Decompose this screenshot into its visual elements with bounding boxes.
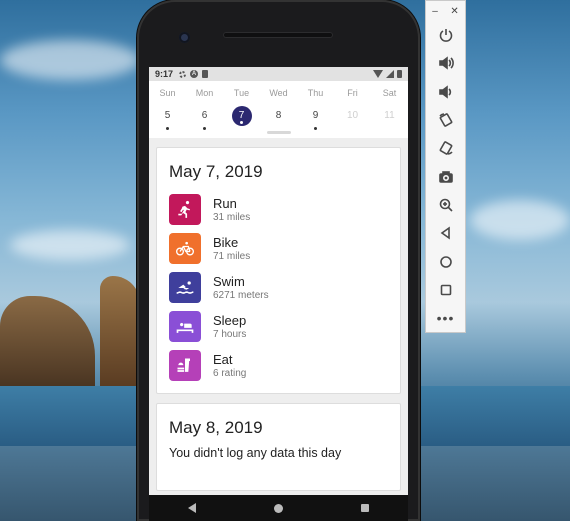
more-icon[interactable]: ••• (426, 304, 465, 332)
wifi-icon (373, 70, 383, 78)
day-card: May 8, 2019 You didn't log any data this… (156, 403, 401, 491)
day-mon[interactable]: Mon 6 (186, 87, 223, 130)
a-notification-icon: A (190, 70, 199, 78)
day-fri[interactable]: Fri 10 (334, 87, 371, 130)
day-number: 6 (195, 106, 215, 126)
data-logged-dot (166, 127, 169, 130)
signal-icon (386, 70, 394, 78)
activity-label: Sleep (213, 312, 247, 328)
close-icon[interactable]: ✕ (450, 6, 458, 17)
day-number: 8 (269, 106, 289, 126)
settings-notification-icon (179, 70, 187, 78)
activity-label: Eat (213, 351, 233, 367)
data-logged-dot (314, 127, 317, 130)
bed-icon (169, 311, 201, 342)
front-camera (179, 32, 190, 43)
cloud (0, 40, 140, 80)
day-card: May 7, 2019 Run 31 miles Bike 71 miles Swim 6… (156, 147, 401, 394)
zoom-icon[interactable] (426, 191, 465, 219)
day-number-text: 5 (164, 110, 171, 121)
food-icon (169, 350, 201, 381)
activity-label: Bike (213, 234, 239, 250)
day-number: 11 (380, 106, 400, 126)
status-time: 9:17 (155, 69, 174, 79)
nav-home-icon[interactable] (274, 503, 283, 513)
day-wed[interactable]: Wed 8 (260, 87, 297, 130)
day-sun[interactable]: Sun 5 (149, 87, 186, 130)
back-icon[interactable] (426, 219, 465, 247)
rock (100, 276, 140, 386)
earpiece-speaker (223, 32, 333, 38)
day-name: Mon (195, 88, 214, 98)
activity-text: Swim 6271 meters (213, 274, 269, 302)
volume-up-icon[interactable] (426, 49, 465, 77)
day-name: Sun (159, 88, 176, 98)
drag-handle[interactable] (267, 131, 291, 134)
rock (0, 296, 95, 386)
data-logged-dot (203, 127, 206, 130)
activity-detail: 31 miles (213, 211, 251, 223)
day-thu[interactable]: Thu 9 (297, 87, 334, 130)
week-selector: Sun 5 Mon 6 Tue 7 Wed 8 Thu 9 Fri 10 Sat 11 (149, 81, 408, 138)
nav-back-icon[interactable] (188, 503, 196, 513)
card-date: May 8, 2019 (169, 418, 263, 437)
day-tue[interactable]: Tue 7 (223, 87, 260, 130)
activity-text: Eat 6 rating (213, 352, 246, 380)
day-name: Thu (307, 88, 324, 98)
day-name: Tue (233, 88, 250, 98)
day-sat[interactable]: Sat 11 (371, 87, 408, 130)
cloud (10, 230, 130, 260)
phone-frame: 9:17 A Sun 5 Mon 6 Tue 7 Wed 8 Thu 9 Fri 10 Sat 11 Ma… (137, 0, 420, 521)
phone-screen: 9:17 A Sun 5 Mon 6 Tue 7 Wed 8 Thu 9 Fri 10 Sat 11 Ma… (149, 67, 408, 521)
activity-text: Run 31 miles (213, 196, 250, 224)
activity-text: Sleep 7 hours (213, 313, 246, 341)
bike-icon (169, 233, 201, 264)
sd-card-icon (202, 70, 209, 78)
overview-icon[interactable] (426, 276, 465, 304)
activity-text: Bike 71 miles (213, 235, 250, 263)
day-number: 7 (231, 106, 252, 126)
swim-icon (169, 272, 201, 303)
activity-detail: 6 rating (213, 367, 247, 379)
run-icon (169, 194, 201, 225)
activity-row-eat[interactable]: Eat 6 rating (169, 346, 388, 385)
data-logged-dot (239, 121, 243, 124)
status-bar: 9:17 A (149, 67, 408, 81)
activity-label: Run (213, 195, 237, 211)
day-number-text: 8 (275, 110, 282, 121)
cloud (470, 200, 570, 240)
activity-detail: 71 miles (213, 250, 251, 262)
day-number-text: 11 (384, 110, 395, 121)
android-nav-bar (149, 495, 408, 521)
empty-message: You didn't log any data this day (169, 446, 342, 460)
day-name: Wed (269, 88, 288, 98)
card-date: May 7, 2019 (169, 162, 263, 181)
activity-detail: 6271 meters (213, 289, 269, 301)
battery-icon (397, 70, 402, 78)
rotate-left-icon[interactable] (426, 106, 465, 134)
day-number-text: 6 (201, 110, 208, 121)
minimize-icon[interactable]: – (432, 6, 438, 17)
camera-icon[interactable] (426, 162, 465, 190)
day-number: 9 (306, 106, 326, 126)
day-number-text: 9 (312, 110, 319, 121)
rotate-right-icon[interactable] (426, 134, 465, 162)
day-number: 10 (343, 106, 363, 126)
activity-detail: 7 hours (213, 328, 247, 340)
activity-row-sleep[interactable]: Sleep 7 hours (169, 307, 388, 346)
nav-recents-icon[interactable] (361, 504, 369, 512)
activity-row-run[interactable]: Run 31 miles (169, 190, 388, 229)
volume-down-icon[interactable] (426, 78, 465, 106)
day-name: Fri (347, 88, 358, 98)
power-icon[interactable] (426, 21, 465, 49)
activity-label: Swim (213, 273, 245, 289)
activity-row-bike[interactable]: Bike 71 miles (169, 229, 388, 268)
day-number-text: 10 (346, 110, 359, 121)
activity-row-swim[interactable]: Swim 6271 meters (169, 268, 388, 307)
day-name: Sat (382, 88, 397, 98)
day-number-text: 7 (238, 110, 245, 121)
day-number: 5 (158, 106, 178, 126)
emulator-toolbar: – ✕ ••• (425, 0, 466, 333)
home-icon[interactable] (426, 247, 465, 275)
